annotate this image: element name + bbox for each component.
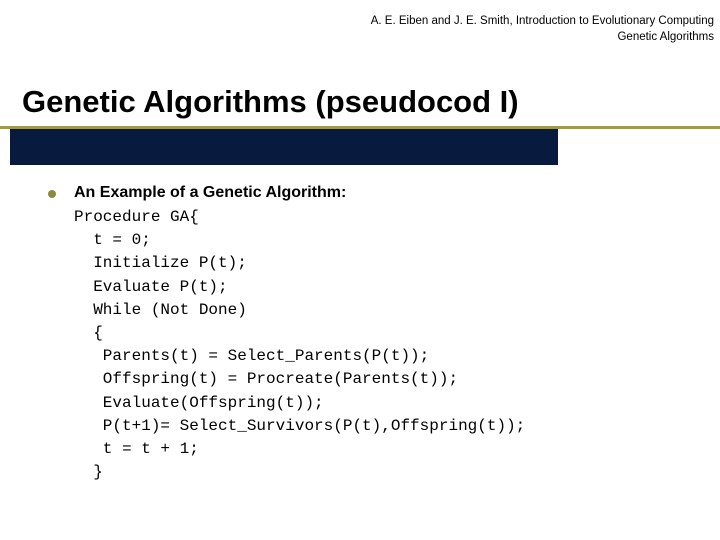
pseudocode-block: Procedure GA{ t = 0; Initialize P(t); Ev… (74, 206, 690, 484)
header-credit: A. E. Eiben and J. E. Smith, Introductio… (371, 14, 714, 45)
bullet-body: An Example of a Genetic Algorithm: Proce… (74, 184, 690, 484)
bullet-icon (48, 190, 56, 198)
header-line1: A. E. Eiben and J. E. Smith, Introductio… (371, 14, 714, 30)
content-area: An Example of a Genetic Algorithm: Proce… (48, 184, 690, 484)
bullet-item: An Example of a Genetic Algorithm: Proce… (48, 184, 690, 484)
header-line2: Genetic Algorithms (371, 30, 714, 46)
title-wrap: Genetic Algorithms (pseudocod I) (22, 84, 720, 120)
intro-text: An Example of a Genetic Algorithm: (74, 184, 690, 202)
accent-bar (10, 129, 558, 165)
slide-title: Genetic Algorithms (pseudocod I) (22, 84, 720, 120)
